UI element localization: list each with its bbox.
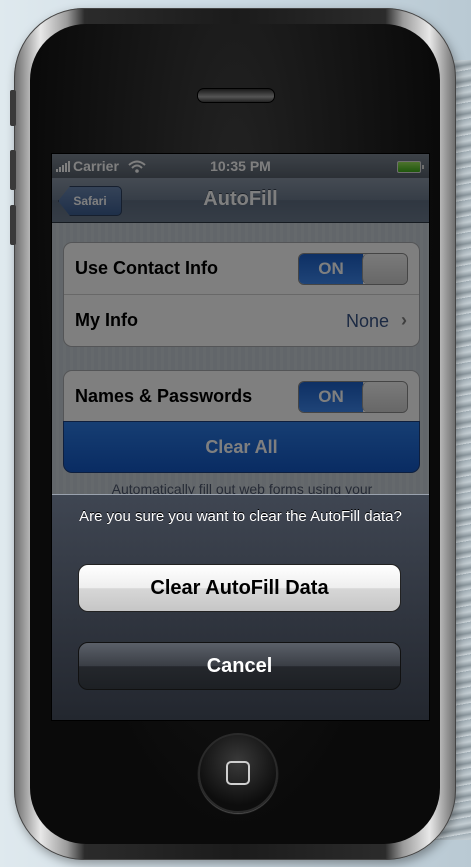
action-sheet: Are you sure you want to clear the AutoF… <box>52 494 429 720</box>
home-square-icon <box>226 761 250 785</box>
action-sheet-message: Are you sure you want to clear the AutoF… <box>79 508 402 525</box>
volume-down-button[interactable] <box>10 205 16 245</box>
mute-switch[interactable] <box>10 90 16 126</box>
earpiece-speaker <box>197 88 275 103</box>
screen: Carrier 10:35 PM Safari AutoFill Use Con… <box>51 153 430 721</box>
cancel-button[interactable]: Cancel <box>78 642 401 690</box>
volume-up-button[interactable] <box>10 150 16 190</box>
clear-autofill-data-button[interactable]: Clear AutoFill Data <box>78 564 401 612</box>
home-button[interactable] <box>198 733 278 813</box>
